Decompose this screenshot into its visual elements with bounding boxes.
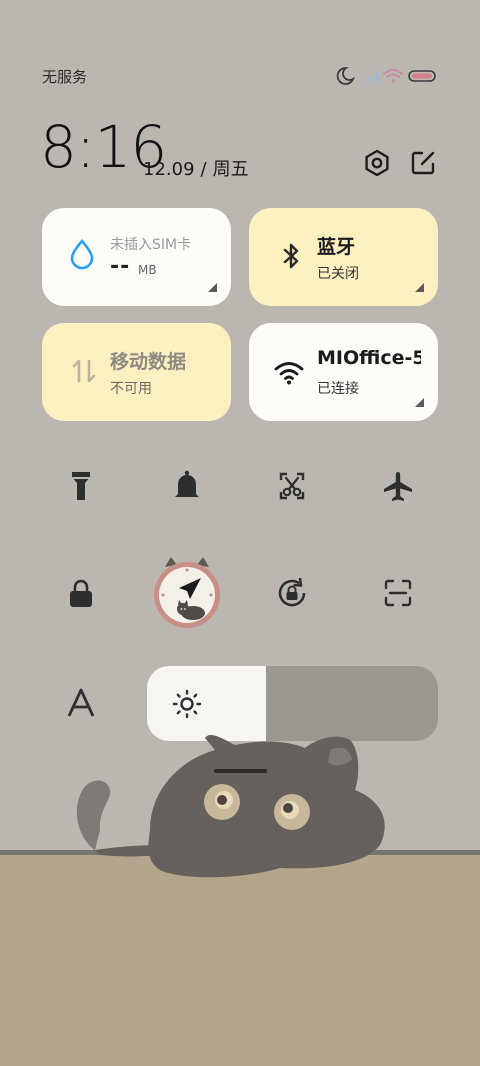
- location-toggle[interactable]: [149, 555, 225, 631]
- airplane-mode-toggle[interactable]: [370, 458, 426, 514]
- carrier-status: 无服务: [42, 68, 88, 86]
- mobile-data-status: 不可用: [110, 381, 152, 397]
- lock-screen-toggle[interactable]: [53, 565, 109, 621]
- mobile-data-arrows-icon: [72, 359, 96, 383]
- moon-icon: [336, 67, 355, 85]
- silent-toggle[interactable]: [159, 458, 215, 514]
- mobile-data-label: 移动数据: [110, 351, 187, 373]
- sun-icon: [172, 689, 202, 719]
- date-separator: /: [200, 159, 207, 180]
- expand-corner[interactable]: [208, 283, 217, 292]
- data-usage-unit: MB: [138, 263, 157, 277]
- drag-handle[interactable]: [214, 769, 267, 773]
- scan-icon: [384, 579, 412, 607]
- rotation-lock-icon: [278, 577, 306, 607]
- sim-status: 未插入SIM卡: [110, 237, 192, 253]
- settings-icon: [365, 149, 389, 177]
- status-icons: [336, 66, 438, 86]
- wifi-icon: [274, 362, 304, 385]
- screenshot-toggle[interactable]: [264, 458, 320, 514]
- scissors-icon: [279, 472, 305, 500]
- mobile-data-tile[interactable]: 移动数据 不可用: [42, 323, 231, 421]
- flashlight-toggle[interactable]: [53, 458, 109, 514]
- flashlight-icon: [72, 472, 90, 500]
- bluetooth-label: 蓝牙: [317, 236, 356, 258]
- wifi-status: 已连接: [317, 381, 359, 397]
- location-arrow-icon: [154, 557, 220, 628]
- data-usage-tile[interactable]: 未插入SIM卡 -- MB: [42, 208, 231, 306]
- edit-button[interactable]: [406, 146, 440, 180]
- wifi-icon: [383, 69, 403, 83]
- date-text: 12.09: [143, 159, 195, 180]
- bluetooth-tile[interactable]: 蓝牙 已关闭: [249, 208, 438, 306]
- wifi-network-name: MIOffice-5G: [317, 347, 421, 369]
- date-display[interactable]: 12.09/周五: [143, 155, 249, 181]
- wifi-tile[interactable]: MIOffice-5G 已连接: [249, 323, 438, 421]
- expand-corner[interactable]: [415, 283, 424, 292]
- weekday-text: 周五: [212, 159, 249, 180]
- bell-icon: [175, 470, 199, 497]
- water-drop-icon: [70, 239, 94, 270]
- edit-icon: [411, 151, 435, 175]
- bluetooth-icon: [283, 243, 299, 269]
- expand-corner[interactable]: [415, 398, 424, 407]
- settings-button[interactable]: [360, 146, 394, 180]
- lock-icon: [70, 579, 92, 607]
- cat-wallpaper-illustration: [76, 735, 385, 878]
- rotation-lock-toggle[interactable]: [264, 565, 320, 621]
- signal-icon: [361, 70, 379, 84]
- bluetooth-status: 已关闭: [317, 266, 359, 282]
- scanner-toggle[interactable]: [370, 565, 426, 621]
- battery-icon: [408, 70, 436, 82]
- airplane-icon: [384, 472, 412, 501]
- text-a-icon: [67, 688, 95, 717]
- data-usage-value: --: [110, 254, 131, 279]
